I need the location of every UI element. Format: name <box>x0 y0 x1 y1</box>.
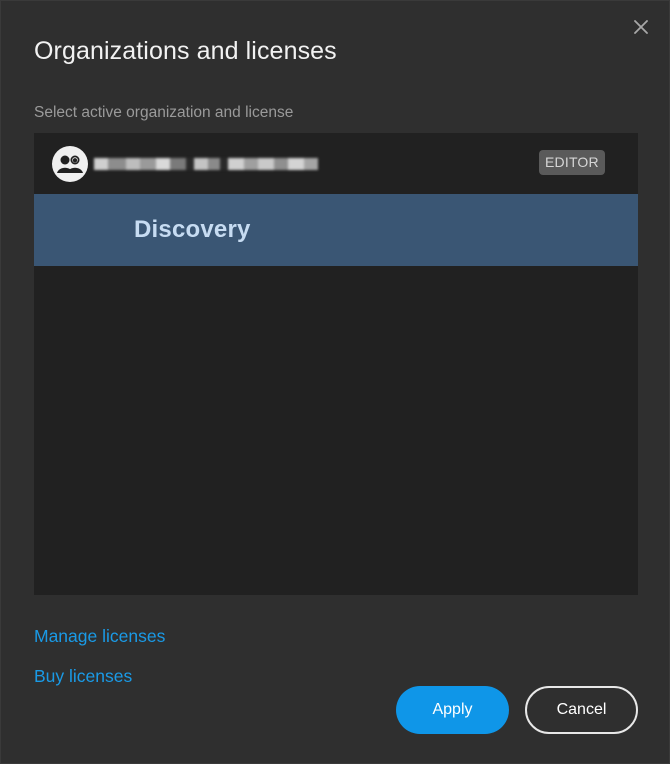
close-icon[interactable] <box>631 17 651 37</box>
organizations-dialog: Organizations and licenses Select active… <box>0 0 670 764</box>
organization-license-list: EDITOR Discovery <box>34 133 638 595</box>
organization-row[interactable]: EDITOR <box>34 133 638 194</box>
organization-name-pixelated <box>94 153 344 175</box>
buy-licenses-link[interactable]: Buy licenses <box>34 666 132 687</box>
cancel-button[interactable]: Cancel <box>525 686 638 734</box>
dialog-title: Organizations and licenses <box>34 37 337 65</box>
dialog-subtitle: Select active organization and license <box>34 104 294 121</box>
license-label: Discovery <box>134 216 251 243</box>
license-row-discovery[interactable]: Discovery <box>34 194 638 266</box>
role-badge: EDITOR <box>539 150 605 175</box>
manage-licenses-link[interactable]: Manage licenses <box>34 626 165 647</box>
apply-button[interactable]: Apply <box>396 686 509 734</box>
organization-icon <box>52 145 88 182</box>
